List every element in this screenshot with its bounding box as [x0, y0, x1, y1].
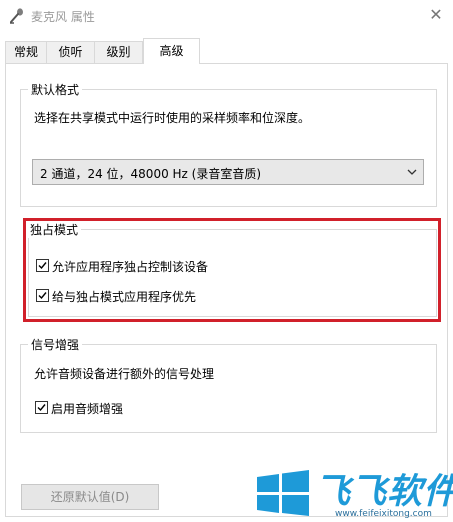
- sample-rate-dropdown[interactable]: 2 通道，24 位，48000 Hz (录音室音质): [32, 159, 424, 185]
- signal-enhancement-group: 信号增强: [20, 336, 437, 433]
- audio-enhancement-label: 启用音频增强: [51, 402, 124, 416]
- chevron-down-icon: [405, 163, 419, 181]
- default-format-group: 默认格式: [20, 81, 437, 207]
- signal-enhancement-label: 信号增强: [28, 336, 83, 353]
- microphone-icon: [8, 7, 26, 25]
- sample-rate-value: 2 通道，24 位，48000 Hz (录音室音质): [40, 167, 262, 181]
- tab-levels[interactable]: 级别: [94, 41, 143, 63]
- title-bar: 麦克风 属性 ✕: [0, 0, 453, 32]
- tab-advanced[interactable]: 高级: [143, 38, 200, 64]
- tab-listen[interactable]: 侦听: [46, 41, 95, 63]
- default-format-description: 选择在共享模式中运行时使用的采样频率和位深度。: [34, 111, 311, 125]
- windows-logo-icon: [255, 469, 311, 517]
- audio-enhancement-checkbox[interactable]: [35, 401, 48, 414]
- watermark-url: www.feifeixitong.com: [335, 509, 432, 519]
- watermark-title: 飞飞软件: [315, 472, 453, 512]
- tab-general[interactable]: 常规: [5, 41, 47, 63]
- close-icon[interactable]: ✕: [425, 4, 447, 26]
- restore-defaults-button: 还原默认值(D): [21, 484, 159, 510]
- watermark: 飞飞软件 www.feifeixitong.com: [255, 465, 453, 522]
- window-title: 麦克风 属性: [31, 10, 95, 24]
- default-format-label: 默认格式: [28, 81, 83, 98]
- signal-enhancement-description: 允许音频设备进行额外的信号处理: [34, 367, 215, 381]
- tab-bar: 常规 侦听 级别 高级: [0, 38, 453, 64]
- highlight-box: [23, 218, 441, 322]
